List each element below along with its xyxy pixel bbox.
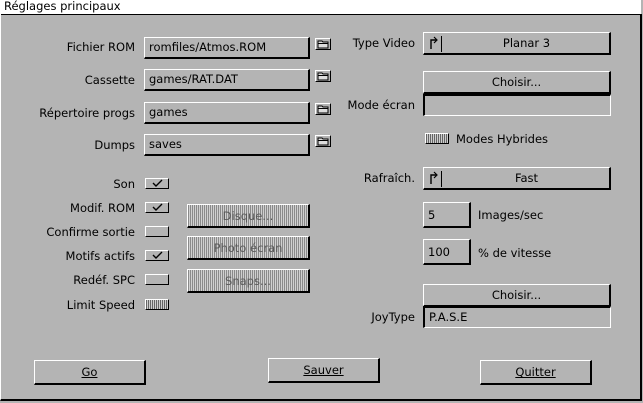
vitesse-label: % de vitesse [478,246,552,260]
folder-icon[interactable] [315,70,331,82]
go-button[interactable]: Go [34,360,146,385]
motifs-actifs-checkbox[interactable] [145,250,169,261]
disque-label: Disque... [222,209,274,223]
redef-spc-checkbox[interactable] [145,274,169,285]
sauver-button[interactable]: Sauver [268,358,380,383]
limit-speed-checkbox[interactable] [145,299,169,310]
confirme-sortie-label: Confirme sortie [46,225,135,239]
mode-ecran-label: Mode écran [347,98,415,112]
folder-icon[interactable] [315,38,331,50]
joytype-label: JoyType [371,310,415,324]
type-video-value: Planar 3 [502,36,551,50]
rafraich-label: Rafraîch. [363,171,415,185]
progs-field[interactable]: games [144,102,310,124]
type-video-label: Type Video [352,36,415,50]
motifs-actifs-label: Motifs actifs [65,249,135,263]
snaps-button[interactable]: Snaps... [187,269,310,293]
window-title: Réglages principaux [4,0,121,13]
choisir-mode-button[interactable]: Choisir... [423,71,611,94]
rom-label: Fichier ROM [66,40,135,54]
vitesse-field[interactable]: 100 [423,239,471,265]
son-checkbox[interactable] [145,178,169,189]
type-video-cycle[interactable]: Planar 3 [423,32,611,55]
joytype-field: P.A.S.E [423,306,611,328]
title-bar[interactable]: Réglages principaux [0,0,641,15]
son-label: Son [113,177,135,191]
redef-spc-label: Redéf. SPC [73,273,135,287]
rom-field[interactable]: romfiles/Atmos.ROM [144,37,310,59]
cycle-icon [427,171,442,187]
quitter-button[interactable]: Quitter [480,360,592,385]
cassette-field[interactable]: games/RAT.DAT [144,69,310,91]
cassette-label: Cassette [84,73,135,87]
images-sec-label: Images/sec [478,208,544,222]
rafraich-cycle[interactable]: Fast [423,167,611,190]
progs-label: Répertoire progs [39,106,135,120]
quitter-label: Quitter [515,365,556,379]
disque-button[interactable]: Disque... [187,204,310,228]
rafraich-value: Fast [514,171,539,185]
folder-icon[interactable] [315,103,331,115]
snaps-label: Snaps... [225,274,271,288]
photo-ecran-button[interactable]: Photo écran [187,236,310,260]
folder-icon[interactable] [315,135,331,147]
images-sec-field[interactable]: 5 [423,202,471,228]
go-label: Go [81,365,98,379]
modes-hybrides-label: Modes Hybrides [456,132,549,146]
dumps-field[interactable]: saves [144,134,310,156]
modif-rom-checkbox[interactable] [145,202,169,213]
modif-rom-label: Modif. ROM [70,201,135,215]
confirme-sortie-checkbox[interactable] [145,226,169,237]
choisir-joy-button[interactable]: Choisir... [423,284,611,307]
dumps-label: Dumps [94,138,135,152]
mode-ecran-field [423,94,611,116]
cycle-icon [427,36,442,52]
limit-speed-label: Limit Speed [66,298,135,312]
photo-ecran-label: Photo écran [213,241,283,255]
sauver-label: Sauver [303,363,344,377]
modes-hybrides-checkbox[interactable] [425,133,449,144]
